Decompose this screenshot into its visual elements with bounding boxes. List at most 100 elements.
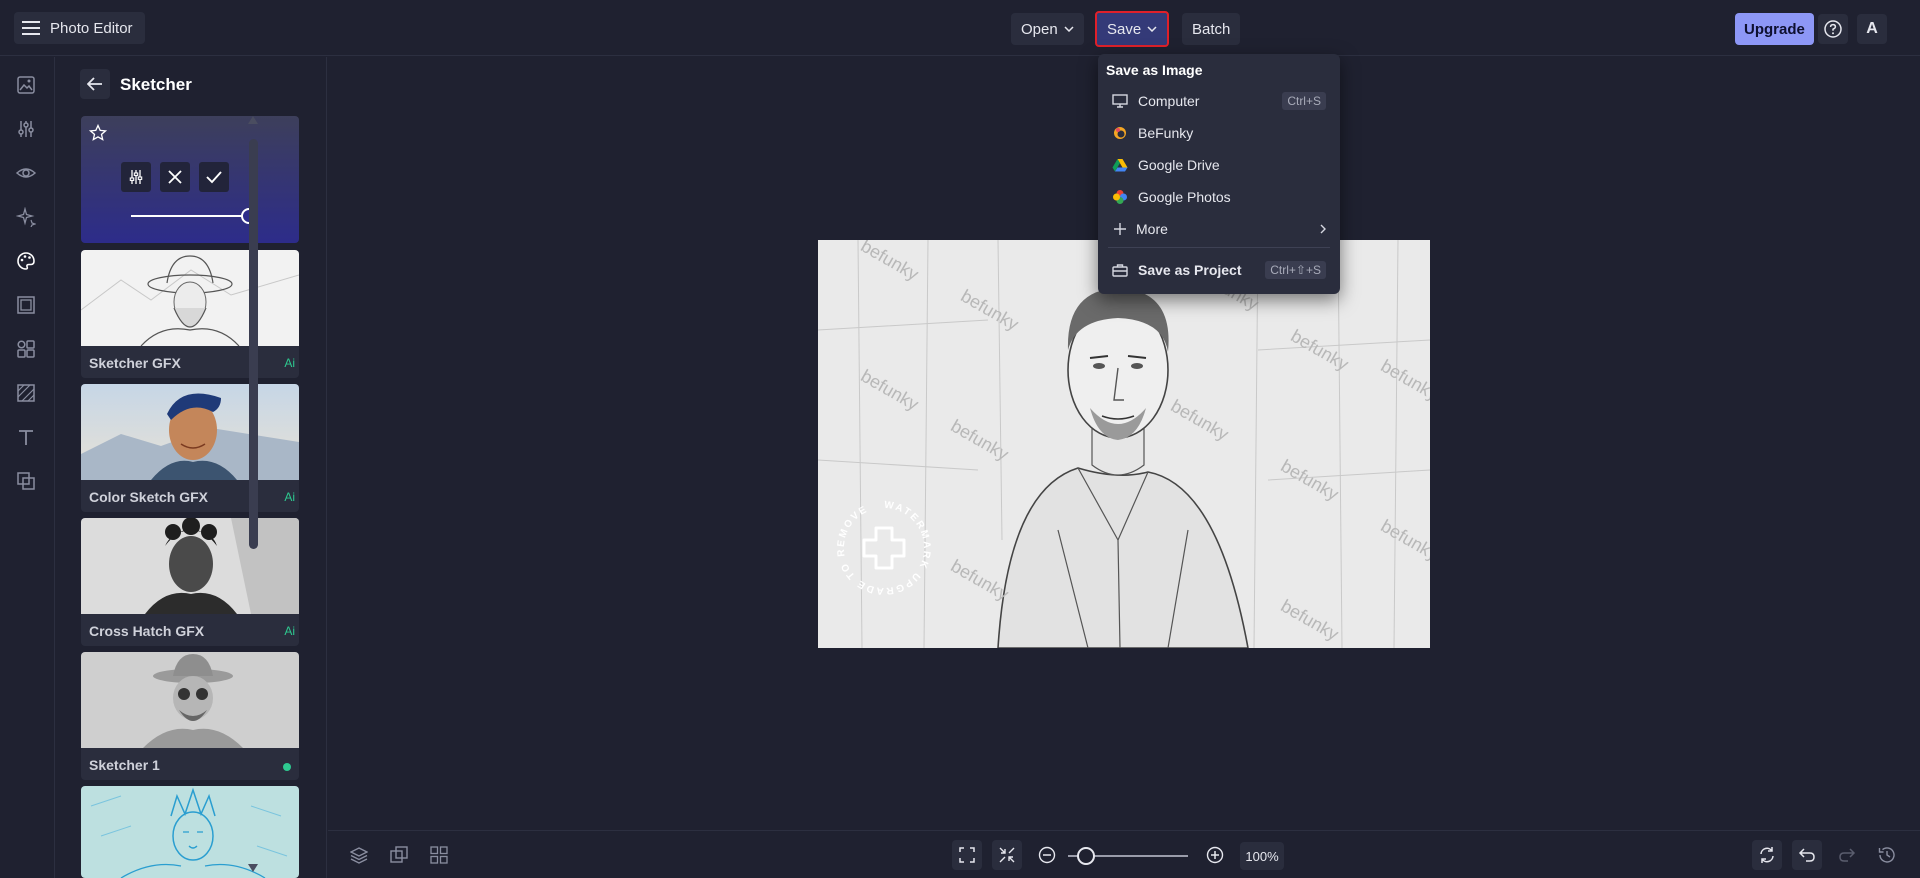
zoom-level-display[interactable]: 100% [1240, 842, 1284, 870]
main-menu-button[interactable]: Photo Editor [14, 12, 145, 44]
cancel-effect-button[interactable] [160, 162, 190, 192]
bottom-toolbar: 100% [328, 830, 1920, 878]
help-button[interactable] [1818, 14, 1848, 44]
undo-icon [1798, 847, 1816, 863]
preset-card-sketcher-gfx[interactable]: Sketcher GFX Ai [81, 250, 299, 378]
batch-button[interactable]: Batch [1182, 13, 1241, 45]
graphics-icon[interactable] [16, 339, 38, 361]
open-button[interactable]: Open [1011, 13, 1084, 45]
history-button[interactable] [1872, 840, 1902, 870]
save-to-google-drive-item[interactable]: Google Drive [1106, 151, 1332, 179]
intensity-slider-track[interactable] [131, 215, 247, 217]
scroll-down-arrow-icon[interactable] [248, 864, 258, 872]
top-bar: Photo Editor Open Save Batch Upgrade A [0, 0, 1920, 56]
tool-rail [0, 57, 55, 878]
effect-control-card [81, 116, 299, 243]
preset-card-color-sketch-gfx[interactable]: Color Sketch GFX Ai [81, 384, 299, 512]
canvas-photo[interactable]: befunky befunky befunky befunky befunky … [818, 240, 1430, 648]
save-to-computer-item[interactable]: Computer Ctrl+S [1106, 87, 1332, 115]
panel-scroll-thumb[interactable] [249, 139, 258, 549]
batch-button-label: Batch [1192, 20, 1231, 38]
upgrade-watermark-badge[interactable]: WATERMARK UPGRADE TO REMOVE [834, 498, 934, 598]
menu-item-label: BeFunky [1138, 125, 1194, 141]
svg-text:WATERMARK UPGRADE TO REMOVE: WATERMARK UPGRADE TO REMOVE [836, 500, 932, 597]
texture-icon[interactable] [16, 383, 38, 405]
compare-button[interactable] [384, 840, 414, 870]
effect-settings-button[interactable] [121, 162, 151, 192]
save-to-befunky-item[interactable]: BeFunky [1106, 119, 1332, 147]
actual-size-button[interactable] [992, 840, 1022, 870]
frame-icon[interactable] [16, 295, 38, 317]
panel-title: Sketcher [120, 75, 192, 94]
checkmark-icon [206, 170, 222, 184]
app-title: Photo Editor [50, 19, 133, 37]
preset-thumbnail [81, 786, 299, 878]
save-as-project-item[interactable]: Save as Project Ctrl+⇧+S [1106, 256, 1332, 284]
hamburger-menu-icon [22, 21, 40, 35]
text-icon[interactable] [16, 427, 38, 449]
preset-thumbnail [81, 384, 299, 480]
scroll-up-arrow-icon[interactable] [248, 116, 258, 124]
reset-button[interactable] [1752, 840, 1782, 870]
preset-label: Sketcher 1 [89, 757, 160, 773]
image-icon[interactable] [16, 75, 38, 97]
status-dot [283, 763, 291, 771]
upgrade-button-label: Upgrade [1744, 20, 1805, 38]
upgrade-button[interactable]: Upgrade [1735, 13, 1814, 45]
effects-panel: Sketcher Sketcher GFX Ai Color Sketch GF… [56, 57, 327, 878]
ai-badge: Ai [284, 356, 295, 370]
watermark-badge-text: WATERMARK UPGRADE TO REMOVE [836, 500, 930, 597]
preset-card-sketcher-1[interactable]: Sketcher 1 [81, 652, 299, 780]
grid-view-button[interactable] [424, 840, 454, 870]
redo-icon [1838, 847, 1856, 863]
google-photos-icon [1112, 189, 1128, 205]
grid-icon [430, 846, 448, 864]
menu-item-label: Save as Project [1138, 262, 1242, 278]
overlay-icon[interactable] [16, 471, 38, 493]
zoom-in-button[interactable] [1200, 840, 1230, 870]
sparkle-icon[interactable] [16, 207, 38, 229]
keyboard-shortcut: Ctrl+⇧+S [1265, 261, 1326, 279]
apply-effect-button[interactable] [199, 162, 229, 192]
chevron-right-icon [1320, 224, 1326, 234]
befunky-logo-icon [1112, 125, 1128, 141]
fit-to-screen-button[interactable] [952, 840, 982, 870]
help-icon [1824, 20, 1842, 38]
preset-card-cross-hatch-gfx[interactable]: Cross Hatch GFX Ai [81, 518, 299, 646]
palette-icon[interactable] [16, 251, 38, 273]
keyboard-shortcut: Ctrl+S [1282, 92, 1326, 110]
expand-icon [959, 847, 975, 863]
plus-icon [1112, 221, 1128, 237]
save-more-options-item[interactable]: More [1106, 215, 1332, 243]
menu-item-label: More [1136, 221, 1168, 237]
eye-icon[interactable] [16, 163, 38, 185]
chevron-down-icon [1147, 26, 1157, 32]
preset-label: Sketcher GFX [89, 355, 181, 371]
save-as-image-heading: Save as Image [1106, 62, 1203, 78]
ai-badge: Ai [284, 624, 295, 638]
ai-badge: Ai [284, 490, 295, 504]
history-icon [1878, 846, 1896, 864]
sliders-icon[interactable] [16, 119, 38, 141]
layers-button[interactable] [344, 840, 374, 870]
layers-icon [350, 846, 368, 864]
star-favorite-icon[interactable] [89, 124, 107, 142]
menu-item-label: Computer [1138, 93, 1200, 109]
close-icon [168, 170, 182, 184]
refresh-icon [1758, 846, 1776, 864]
preset-card-blueprint[interactable] [81, 786, 299, 878]
account-avatar-button[interactable]: A [1857, 14, 1887, 44]
zoom-in-icon [1206, 846, 1224, 864]
save-dropdown-menu: Save as Image Computer Ctrl+S BeFunky Go… [1098, 54, 1340, 294]
save-button[interactable]: Save [1095, 11, 1170, 47]
zoom-slider-thumb[interactable] [1077, 847, 1095, 865]
avatar-letter: A [1866, 20, 1878, 37]
preset-label: Color Sketch GFX [89, 489, 209, 505]
back-button[interactable] [80, 69, 110, 99]
save-to-google-photos-item[interactable]: Google Photos [1106, 183, 1332, 211]
preset-thumbnail [81, 250, 299, 346]
redo-button[interactable] [1832, 840, 1862, 870]
undo-button[interactable] [1792, 840, 1822, 870]
zoom-out-button[interactable] [1032, 840, 1062, 870]
preset-thumbnail [81, 652, 299, 748]
